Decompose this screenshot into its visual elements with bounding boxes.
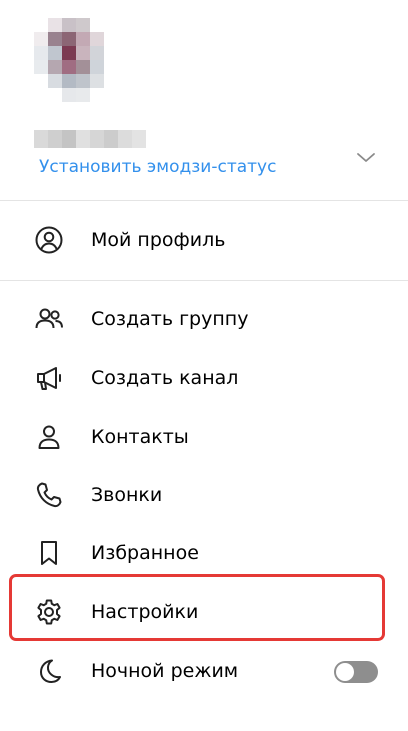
avatar-pixel [76,18,90,32]
menu-item-settings[interactable]: Настройки [0,584,408,640]
menu-item-label: Настройки [91,601,199,623]
name-blur-pixel [118,130,132,148]
menu-item-saved[interactable]: Избранное [0,525,408,581]
menu-item-label: Создать канал [91,367,239,389]
avatar-pixel [90,74,104,88]
divider [0,280,408,281]
menu-item-contacts[interactable]: Контакты [0,409,408,465]
avatar-pixel [90,18,104,32]
name-blur-pixel [132,130,146,148]
avatar-pixel [76,88,90,102]
menu-item-my-profile[interactable]: Мой профиль [0,212,408,268]
avatar-pixel [34,74,48,88]
avatar-pixel [90,32,104,46]
avatar-pixel [62,18,76,32]
avatar-pixel [62,32,76,46]
avatar-pixel [48,74,62,88]
megaphone-icon [34,363,64,393]
menu-item-label: Избранное [91,542,199,564]
avatar-pixel [104,18,118,32]
avatar-pixel [90,46,104,60]
menu-item-new-group[interactable]: Создать группу [0,291,408,347]
avatar-pixel [48,18,62,32]
menu-item-new-channel[interactable]: Создать канал [0,350,408,406]
menu-item-label: Ночной режим [91,660,239,682]
avatar-pixel [62,60,76,74]
set-emoji-status-link[interactable]: Установить эмодзи-статус [39,157,276,177]
avatar-pixel [76,74,90,88]
moon-icon [34,656,64,686]
name-blur-pixel [76,130,90,148]
bookmark-icon [34,538,64,568]
avatar-pixel [76,60,90,74]
profile-name-blurred [34,130,146,148]
divider [0,200,408,201]
avatar-pixel [104,46,118,60]
name-blur-pixel [62,130,76,148]
menu-item-label: Мой профиль [91,229,226,251]
avatar-pixel [104,88,118,102]
avatar-pixel [90,60,104,74]
user-circle-icon [34,225,64,255]
profile-header: Установить эмодзи-статус [0,0,408,200]
avatar-pixel [104,74,118,88]
avatar-pixel [62,46,76,60]
chevron-down-icon[interactable] [354,146,378,170]
avatar[interactable] [34,18,118,102]
name-blur-pixel [90,130,104,148]
avatar-pixel [34,32,48,46]
avatar-pixel [48,32,62,46]
name-blur-pixel [104,130,118,148]
avatar-pixel [48,46,62,60]
menu-item-label: Звонки [91,484,163,506]
user-icon [34,422,64,452]
avatar-pixel [62,74,76,88]
avatar-pixel [48,60,62,74]
menu-item-label: Создать группу [91,308,249,330]
avatar-pixel [34,88,48,102]
avatar-pixel [104,60,118,74]
avatar-pixel [34,18,48,32]
avatar-pixel [34,46,48,60]
name-blur-pixel [48,130,62,148]
name-blur-pixel [34,130,48,148]
avatar-pixel [34,60,48,74]
avatar-pixel [48,88,62,102]
avatar-pixel [76,46,90,60]
night-mode-toggle[interactable] [334,661,378,683]
phone-icon [34,480,64,510]
gear-icon [34,597,64,627]
toggle-knob [336,663,354,681]
avatar-pixel [104,32,118,46]
menu-item-label: Контакты [91,426,189,448]
avatar-pixel [62,88,76,102]
menu-item-calls[interactable]: Звонки [0,467,408,523]
avatar-pixel [90,88,104,102]
avatar-pixel [76,32,90,46]
users-icon [34,304,64,334]
